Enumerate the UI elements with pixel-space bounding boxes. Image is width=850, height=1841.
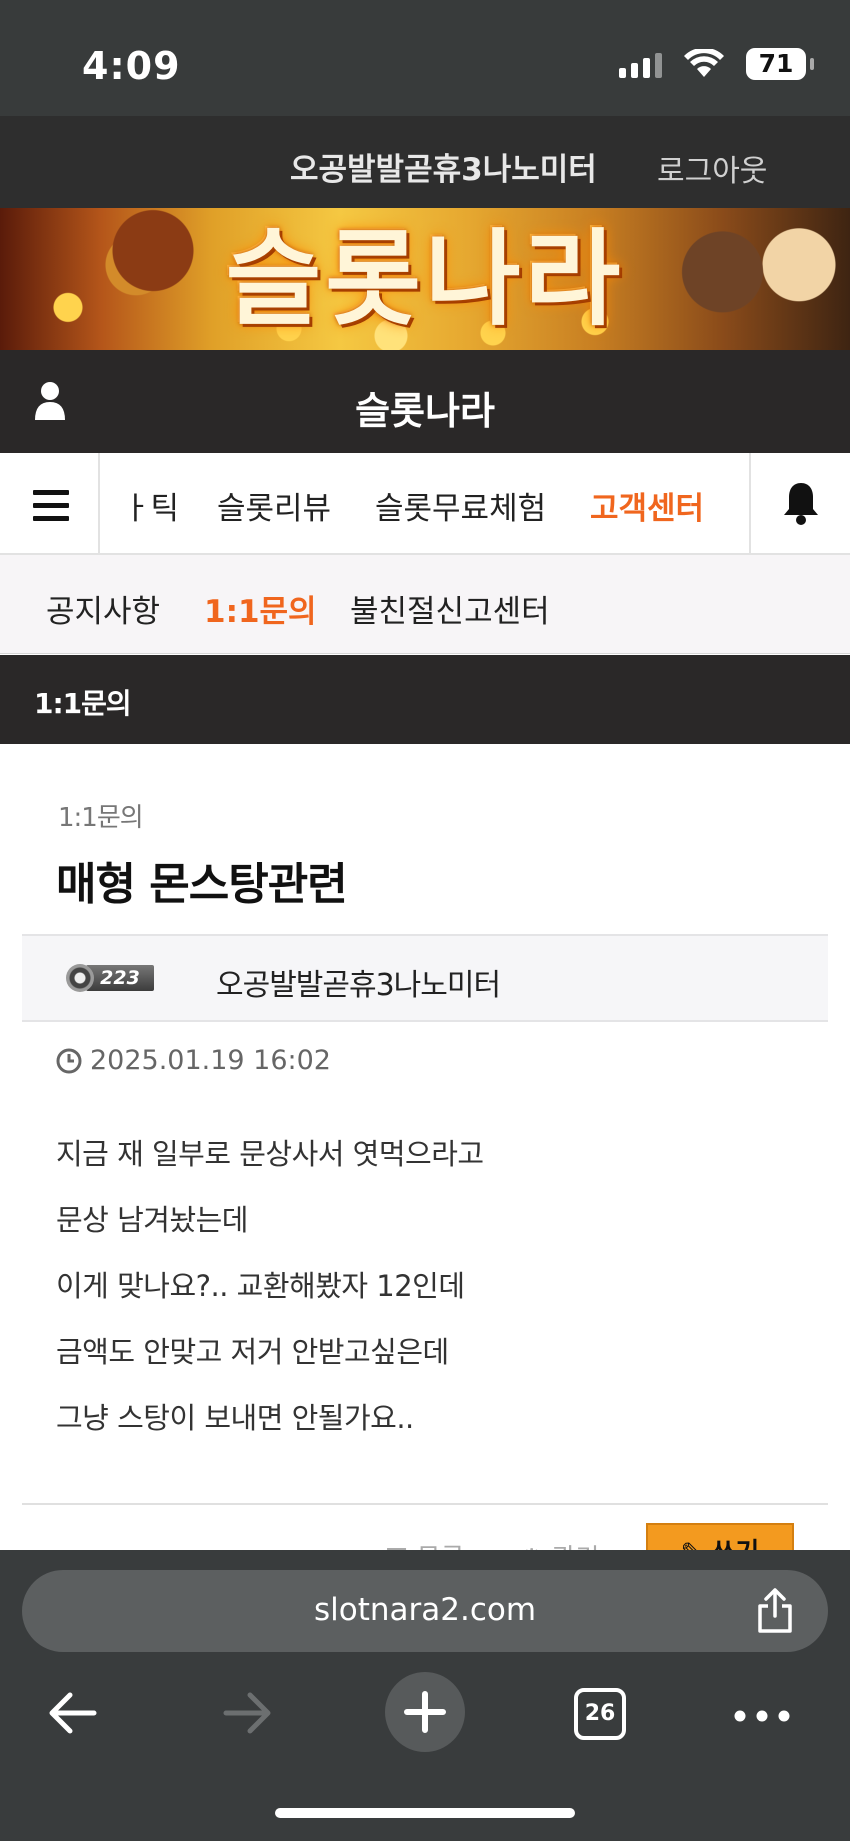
- site-banner[interactable]: 슬롯나라: [0, 208, 850, 350]
- banner-logo-text: 슬롯나라: [225, 218, 625, 340]
- site-header: 슬롯나라: [0, 350, 850, 453]
- wifi-icon: [684, 49, 724, 77]
- post-body-line: 그냥 스탕이 보내면 안될가요..: [56, 1401, 414, 1435]
- status-time: 4:09: [82, 44, 181, 88]
- bell-icon: [784, 483, 818, 525]
- back-arrow-icon[interactable]: [44, 1688, 100, 1738]
- site-topbar: 오공발발곧휴3나노미터 로그아웃: [0, 116, 850, 208]
- post-body-line: 이게 맞나요?.. 교환해봤자 12인데: [56, 1269, 465, 1303]
- nav-item-free-slot[interactable]: 슬롯무료체험: [375, 483, 546, 528]
- post-body: 지금 재 일부로 문상사서 엿먹으라고 문상 남겨놨는데 이게 맞나요?.. 교…: [56, 1132, 816, 1462]
- status-icons: 71: [619, 48, 814, 80]
- notification-bell[interactable]: [749, 453, 850, 553]
- sub-nav-notice[interactable]: 공지사항: [46, 586, 160, 631]
- post-body-line: 금액도 안맞고 저거 안받고싶은데: [56, 1335, 449, 1369]
- post-body-line: 지금 재 일부로 문상사서 엿먹으라고: [56, 1137, 484, 1171]
- browser-toolbar: slotnara2.com 26: [0, 1550, 850, 1841]
- author-bar: 223 오공발발곧휴3나노미터: [22, 934, 828, 1022]
- post-date: 2025.01.19 16:02: [56, 1045, 331, 1076]
- post-actions: ☰ 목록 ⚙ 관리 ✎ 쓰기: [0, 1520, 850, 1550]
- battery-icon: 71: [746, 48, 814, 80]
- new-tab-button[interactable]: [385, 1672, 465, 1752]
- list-button[interactable]: ☰ 목록: [385, 1538, 464, 1550]
- logout-link[interactable]: 로그아웃: [657, 146, 767, 190]
- level-badge: 223: [66, 963, 156, 993]
- section-header: 1:1문의: [0, 655, 850, 744]
- post-body-line: 문상 남겨놨는데: [56, 1203, 248, 1237]
- post-divider: [22, 1503, 828, 1505]
- site-title[interactable]: 슬롯나라: [0, 380, 850, 435]
- sub-nav: 공지사항 1:1문의 불친절신고센터: [0, 555, 850, 654]
- more-icon[interactable]: [734, 1710, 790, 1722]
- share-icon[interactable]: [754, 1586, 796, 1634]
- sub-nav-inquiry[interactable]: 1:1문의: [204, 586, 317, 631]
- nav-item-partial[interactable]: ㅏ틱: [122, 483, 179, 528]
- url-text: slotnara2.com: [313, 1592, 537, 1628]
- address-bar[interactable]: slotnara2.com: [22, 1570, 828, 1652]
- post-date-text: 2025.01.19 16:02: [90, 1045, 331, 1076]
- manage-button[interactable]: ⚙ 관리: [520, 1538, 599, 1550]
- forward-arrow-icon[interactable]: [220, 1688, 276, 1738]
- clock-icon: [56, 1048, 82, 1073]
- level-number: 223: [86, 965, 154, 991]
- sub-nav-complaint-center[interactable]: 불친절신고센터: [350, 586, 550, 631]
- cellular-signal-icon: [619, 50, 662, 78]
- main-nav: ㅏ틱 슬롯리뷰 슬롯무료체험 고객센터: [0, 453, 850, 555]
- level-gear-icon: [66, 964, 94, 992]
- post-title: 매형 몬스탕관련: [56, 859, 348, 910]
- nav-item-slot-review[interactable]: 슬롯리뷰: [217, 483, 331, 528]
- author-name[interactable]: 오공발발곧휴3나노미터: [216, 960, 501, 1004]
- menu-icon[interactable]: [0, 453, 100, 553]
- tabs-button[interactable]: 26: [574, 1688, 626, 1740]
- main-nav-scroll[interactable]: ㅏ틱 슬롯리뷰 슬롯무료체험 고객센터: [102, 453, 748, 553]
- post-category: 1:1문의: [58, 803, 144, 833]
- write-button-label: 쓰기: [712, 1538, 760, 1550]
- status-bar: 4:09 71: [0, 0, 850, 116]
- write-button[interactable]: ✎ 쓰기: [646, 1523, 794, 1550]
- section-title: 1:1문의: [34, 687, 132, 720]
- plus-icon: [404, 1691, 446, 1733]
- nav-item-customer-center[interactable]: 고객센터: [590, 483, 704, 528]
- home-indicator: [275, 1808, 575, 1818]
- user-nickname[interactable]: 오공발발곧휴3나노미터: [290, 144, 597, 189]
